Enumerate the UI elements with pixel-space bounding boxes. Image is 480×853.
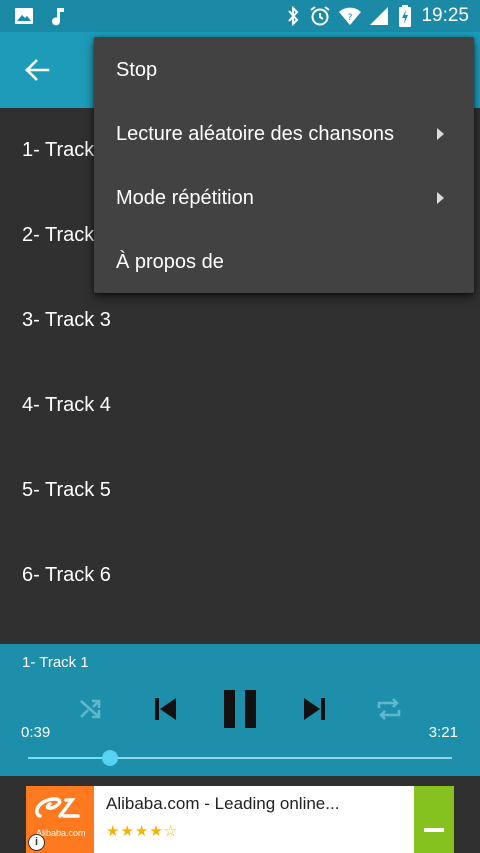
alibaba-logo-icon <box>34 797 80 818</box>
skip-next-icon <box>304 698 325 720</box>
now-playing-title: 1- Track 1 <box>22 654 89 671</box>
menu-item-label: À propos de <box>116 250 224 273</box>
total-time: 3:21 <box>428 724 458 741</box>
seek-progress <box>28 757 111 759</box>
ad-title: Alibaba.com - Leading online... <box>106 794 340 813</box>
svg-text:?: ? <box>348 13 353 23</box>
screen: ? 19:25 1- Track 1 2- Track 2 3- Track 3… <box>0 0 480 853</box>
track-title: 5- Track 5 <box>22 479 111 501</box>
status-bar: ? 19:25 <box>0 0 480 32</box>
image-icon <box>12 5 36 27</box>
ad-info-icon[interactable]: i <box>28 834 45 851</box>
ad-banner[interactable]: Alibaba.com i Alibaba.com - Leading onli… <box>26 786 454 853</box>
ad-logo-text: Alibaba.com <box>36 828 86 838</box>
arrow-left-icon <box>25 59 50 81</box>
track-title: 4- Track 4 <box>22 394 111 416</box>
pause-icon <box>224 690 256 728</box>
track-title: 3- Track 3 <box>22 309 111 331</box>
elapsed-time: 0:39 <box>21 724 51 741</box>
alarm-icon <box>308 5 332 27</box>
next-button[interactable] <box>296 690 334 728</box>
player-bar: 1- Track 1 0:39 3:21 <box>0 644 480 776</box>
shuffle-icon <box>80 699 101 719</box>
menu-item-label: Mode répétition <box>116 186 254 209</box>
ad-area: Alibaba.com i Alibaba.com - Leading onli… <box>0 776 480 853</box>
menu-item-about[interactable]: À propos de <box>94 230 474 294</box>
menu-item-label: Lecture aléatoire des chansons <box>116 122 394 145</box>
submenu-arrow-icon <box>437 128 444 140</box>
menu-item-stop[interactable]: Stop <box>94 38 474 102</box>
ad-rating-stars: ★★★★☆ <box>106 823 179 840</box>
seek-thumb[interactable] <box>102 750 119 766</box>
music-note-icon <box>48 5 68 27</box>
track-item[interactable]: 5- Track 5 <box>0 448 480 533</box>
shuffle-button[interactable] <box>72 690 110 728</box>
cell-signal-icon <box>368 5 390 27</box>
menu-item-repeat-mode[interactable]: Mode répétition <box>94 166 474 230</box>
ad-cta-icon <box>424 828 444 832</box>
skip-previous-icon <box>155 698 176 720</box>
bluetooth-icon <box>284 5 302 27</box>
overflow-menu: Stop Lecture aléatoire des chansons Mode… <box>94 37 474 293</box>
track-title: 6- Track 6 <box>22 564 111 586</box>
menu-item-label: Stop <box>116 58 158 81</box>
repeat-icon <box>377 698 401 720</box>
track-item[interactable]: 4- Track 4 <box>0 363 480 448</box>
submenu-arrow-icon <box>437 192 444 204</box>
back-button[interactable] <box>14 48 60 92</box>
ad-cta-button[interactable] <box>414 786 454 853</box>
pause-button[interactable] <box>216 684 264 734</box>
seek-bar[interactable] <box>28 750 452 766</box>
previous-button[interactable] <box>146 690 184 728</box>
menu-item-shuffle[interactable]: Lecture aléatoire des chansons <box>94 102 474 166</box>
wifi-icon: ? <box>337 5 363 27</box>
track-item[interactable]: 6- Track 6 <box>0 533 480 618</box>
battery-charging-icon <box>396 5 414 27</box>
repeat-button[interactable] <box>370 690 408 728</box>
status-time: 19:25 <box>421 5 469 26</box>
